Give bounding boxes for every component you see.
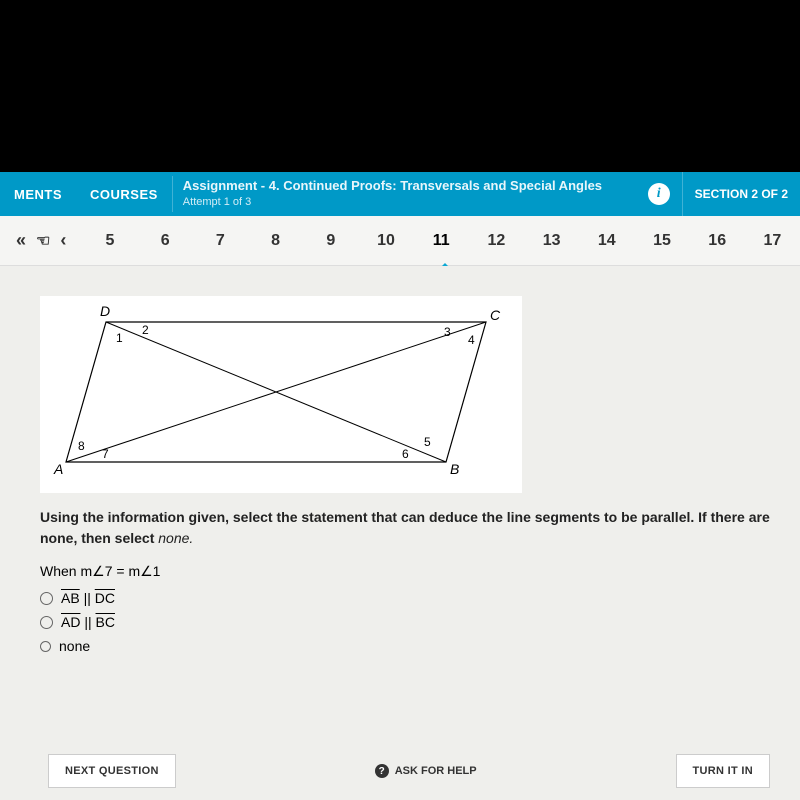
radio-icon [40, 616, 53, 629]
qnum-14[interactable]: 14 [579, 232, 634, 250]
nav-assignments[interactable]: MENTS [0, 187, 76, 202]
info-icon[interactable]: i [648, 183, 670, 205]
parallelogram-svg: D C A B 1 2 3 4 5 6 7 8 [46, 302, 516, 482]
option-ab-dc[interactable]: AB || DC [40, 590, 770, 606]
qnum-11[interactable]: 11 [414, 232, 469, 250]
bottom-actions: NEXT QUESTION ? ASK FOR HELP TURN IT IN [0, 754, 800, 788]
qnum-5[interactable]: 5 [82, 232, 137, 250]
next-question-button[interactable]: NEXT QUESTION [48, 754, 176, 788]
qnum-16[interactable]: 16 [690, 232, 745, 250]
qnum-6[interactable]: 6 [138, 232, 193, 250]
question-mark-icon: ? [375, 764, 389, 778]
label-A: A [53, 461, 63, 477]
question-prompt: Using the information given, select the … [40, 507, 770, 549]
geometry-diagram: D C A B 1 2 3 4 5 6 7 8 [40, 296, 522, 493]
qnum-9[interactable]: 9 [303, 232, 358, 250]
qnum-17[interactable]: 17 [745, 232, 800, 250]
assignment-attempt: Attempt 1 of 3 [183, 195, 626, 209]
nav-courses[interactable]: COURSES [76, 187, 172, 202]
angle-3: 3 [444, 325, 451, 339]
angle-6: 6 [402, 447, 409, 461]
turn-it-in-button[interactable]: TURN IT IN [676, 754, 770, 788]
option-ad-bc[interactable]: AD || BC [40, 614, 770, 630]
assignment-info: Assignment - 4. Continued Proofs: Transv… [172, 176, 636, 211]
qnum-12[interactable]: 12 [469, 232, 524, 250]
chevron-left-icon[interactable]: ‹ [60, 230, 66, 251]
label-D: D [100, 303, 110, 319]
angle-2: 2 [142, 323, 149, 337]
hand-pointer-icon[interactable]: ☜ [36, 231, 50, 251]
option-none[interactable]: none [40, 638, 770, 654]
top-nav-bar: MENTS COURSES Assignment - 4. Continued … [0, 172, 800, 216]
ask-help-link[interactable]: ? ASK FOR HELP [375, 764, 477, 778]
assignment-title: Assignment - 4. Continued Proofs: Transv… [183, 178, 626, 195]
double-chevron-left-icon[interactable]: « [16, 230, 26, 251]
top-black-area [0, 0, 800, 172]
angle-5: 5 [424, 435, 431, 449]
answer-options: AB || DC AD || BC none [40, 590, 770, 654]
qnum-7[interactable]: 7 [193, 232, 248, 250]
qnav-prev-group: « ☜ ‹ [0, 230, 82, 251]
radio-icon [40, 592, 53, 605]
qnum-15[interactable]: 15 [634, 232, 689, 250]
question-content: D C A B 1 2 3 4 5 6 7 8 Using the inform… [0, 266, 800, 800]
qnum-10[interactable]: 10 [358, 232, 413, 250]
given-condition: When m∠7 = m∠1 [40, 563, 770, 580]
angle-4: 4 [468, 333, 475, 347]
label-C: C [490, 307, 501, 323]
angle-1: 1 [116, 331, 123, 345]
radio-icon [40, 641, 51, 652]
qnum-13[interactable]: 13 [524, 232, 579, 250]
section-indicator: SECTION 2 OF 2 [682, 172, 800, 216]
label-B: B [450, 461, 459, 477]
angle-7: 7 [102, 447, 109, 461]
qnum-8[interactable]: 8 [248, 232, 303, 250]
question-nav: « ☜ ‹ 5 6 7 8 9 10 11 12 13 14 15 16 17 [0, 216, 800, 266]
angle-8: 8 [78, 439, 85, 453]
